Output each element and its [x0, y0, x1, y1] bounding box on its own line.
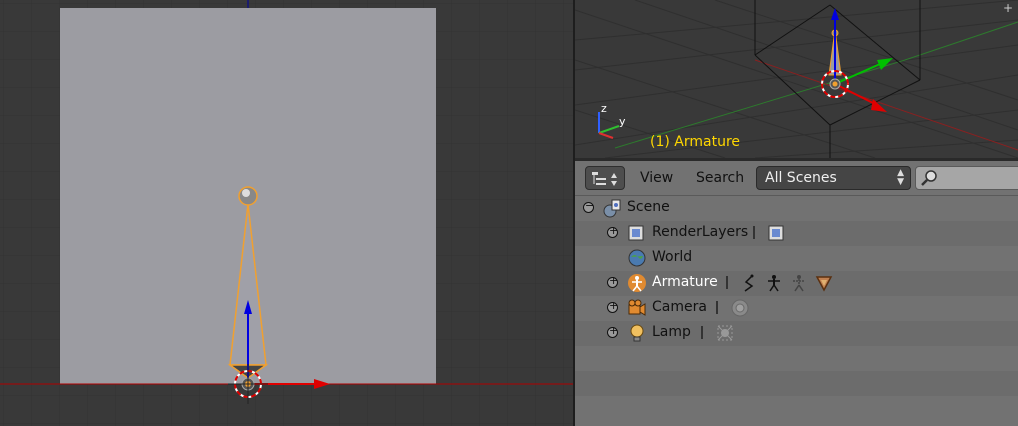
tree-item-scene[interactable]: − Scene	[575, 196, 1018, 221]
outliner-editor: View Search All Scenes ▲ ▼ − Scene + Ren…	[575, 161, 1018, 426]
tree-empty-row	[575, 396, 1018, 421]
tree-item-camera[interactable]: + Camera	[575, 296, 1018, 321]
display-mode-value: All Scenes	[765, 170, 837, 186]
camera-data-icon[interactable]	[731, 299, 749, 317]
expand-toggle[interactable]: +	[607, 274, 618, 288]
bone-modifier-icon[interactable]	[815, 274, 833, 292]
search-menu[interactable]: Search	[696, 170, 744, 186]
view-menu[interactable]: View	[640, 170, 673, 186]
tree-item-world[interactable]: World	[575, 246, 1018, 271]
display-mode-select[interactable]: All Scenes ▲ ▼	[756, 166, 911, 190]
front-viewport-canvas	[0, 0, 573, 426]
search-field[interactable]	[915, 166, 1018, 190]
outliner-header: View Search All Scenes ▲ ▼	[575, 161, 1018, 196]
tree-item-label: Camera	[652, 299, 707, 315]
tree-item-label: Scene	[627, 199, 670, 215]
magnifier-icon	[921, 170, 937, 186]
renderlayers-icon	[628, 225, 644, 241]
collapse-toggle[interactable]: −	[583, 199, 594, 213]
expand-toggle[interactable]: +	[607, 224, 618, 238]
perspective-viewport[interactable]: z y + (1) Armature	[575, 0, 1018, 158]
world-icon	[628, 249, 646, 267]
armature-data-icon[interactable]	[765, 274, 783, 292]
blender-window: z y + (1) Armature View Search All Scene…	[0, 0, 1018, 426]
tree-item-label: RenderLayers	[652, 224, 749, 240]
svg-text:y: y	[619, 115, 626, 128]
outliner-editor-icon	[592, 172, 617, 186]
svg-text:+: +	[1003, 1, 1013, 15]
lamp-data-icon[interactable]	[716, 324, 734, 342]
tree-item-renderlayers[interactable]: + RenderLayers	[575, 221, 1018, 246]
rest-pose-icon[interactable]	[790, 274, 808, 292]
perspective-viewport-canvas: z y +	[575, 0, 1018, 158]
tree-item-lamp[interactable]: + Lamp	[575, 321, 1018, 346]
expand-toggle[interactable]: +	[607, 324, 618, 338]
tree-empty-row	[575, 346, 1018, 371]
lamp-icon	[630, 324, 644, 342]
pose-icon[interactable]	[740, 274, 758, 292]
front-viewport[interactable]	[0, 0, 573, 426]
active-object-label: (1) Armature	[650, 134, 741, 150]
tree-item-label: Lamp	[652, 324, 691, 340]
scene-icon	[603, 199, 621, 218]
updown-arrows-icon: ▲ ▼	[897, 168, 904, 187]
tree-item-armature[interactable]: + Armature	[575, 271, 1018, 296]
tree-empty-row	[575, 371, 1018, 396]
armature-icon	[628, 274, 646, 292]
camera-icon	[628, 299, 646, 316]
tree-item-label: Armature	[652, 274, 718, 290]
render-layer-icon[interactable]	[768, 224, 786, 242]
editor-type-button[interactable]	[585, 166, 625, 190]
expand-toggle[interactable]: +	[607, 299, 618, 313]
tree-item-label: World	[652, 249, 693, 265]
outliner-tree: − Scene + RenderLayers World + Armature …	[575, 196, 1018, 421]
svg-text:z: z	[601, 102, 607, 115]
